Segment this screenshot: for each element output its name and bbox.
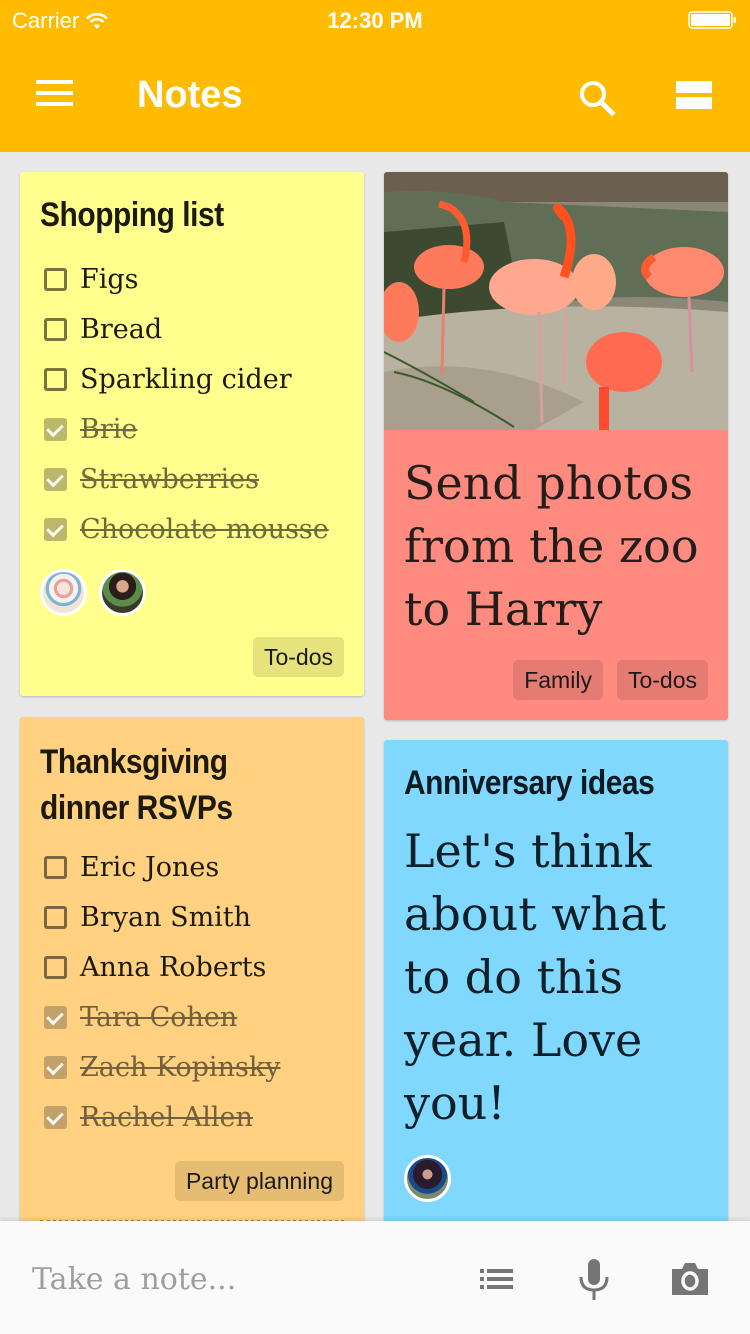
checklist: Eric Jones Bryan Smith Anna Roberts Tara… bbox=[44, 842, 280, 1142]
collaborators bbox=[40, 569, 154, 621]
checklist-item-done: Tara Cohen bbox=[44, 992, 280, 1042]
checklist-item-done: Zach Kopinsky bbox=[44, 1042, 280, 1092]
note-title: Shopping list bbox=[40, 196, 224, 234]
checklist-item: Bread bbox=[44, 304, 329, 354]
new-list-button[interactable] bbox=[476, 1257, 520, 1301]
menu-icon bbox=[36, 80, 76, 106]
take-note-bar bbox=[0, 1221, 750, 1334]
checklist-item-text: Chocolate mousse bbox=[80, 513, 329, 545]
checklist-item: Eric Jones bbox=[44, 842, 280, 892]
collaborators bbox=[404, 1155, 459, 1207]
checklist-item-text: Eric Jones bbox=[80, 851, 220, 883]
camera-icon bbox=[672, 1263, 708, 1295]
checkbox-unchecked[interactable] bbox=[44, 317, 67, 341]
checklist-item-text: Strawberries bbox=[80, 463, 260, 495]
checkbox-checked[interactable] bbox=[44, 1055, 67, 1079]
photo-note-button[interactable] bbox=[668, 1257, 712, 1301]
checklist-item-text: Rachel Allen bbox=[80, 1101, 253, 1133]
labels: To-dos bbox=[252, 637, 344, 677]
view-toggle-icon bbox=[676, 81, 712, 109]
note-card-zoo-photos[interactable]: Send photos from the zoo to Harry Family… bbox=[384, 172, 728, 720]
checklist-item-text: Sparkling cider bbox=[80, 363, 292, 395]
note-title: Thanksgiving dinner RSVPs bbox=[40, 743, 233, 827]
checkbox-unchecked[interactable] bbox=[44, 955, 67, 979]
view-toggle-button[interactable] bbox=[676, 81, 712, 111]
voice-note-button[interactable] bbox=[572, 1257, 616, 1301]
avatar-woman-sunglasses[interactable] bbox=[99, 569, 147, 616]
checklist-item-text: Anna Roberts bbox=[80, 951, 267, 983]
note-card-shopping-list[interactable]: Shopping list Figs Bread Sparkling cider… bbox=[20, 172, 364, 696]
label-chip[interactable]: Party planning bbox=[174, 1161, 344, 1201]
checklist-item: Bryan Smith bbox=[44, 892, 280, 942]
search-icon bbox=[580, 81, 616, 117]
list-icon bbox=[480, 1269, 513, 1289]
note-card-thanksgiving-rsvps[interactable]: Thanksgiving dinner RSVPs Eric Jones Bry… bbox=[20, 717, 364, 1277]
checklist-item-text: Bryan Smith bbox=[80, 901, 252, 933]
note-body: Send photos from the zoo to Harry bbox=[404, 456, 699, 636]
note-card-anniversary-ideas[interactable]: Anniversary ideas Let's think about what… bbox=[384, 740, 728, 1280]
checklist-item: Figs bbox=[44, 254, 329, 304]
checkbox-checked[interactable] bbox=[44, 417, 67, 441]
labels: Party planning bbox=[174, 1161, 344, 1201]
checklist-item-done: Strawberries bbox=[44, 454, 329, 504]
checklist-item-text: Brie bbox=[80, 413, 138, 445]
status-bar: Carrier 12:30 PM bbox=[0, 0, 750, 40]
labels: Family To-dos bbox=[513, 660, 708, 700]
checklist-item: Sparkling cider bbox=[44, 354, 329, 404]
checklist-item-text: Tara Cohen bbox=[80, 1001, 238, 1033]
menu-button[interactable] bbox=[36, 80, 76, 110]
avatar-kids-beach[interactable] bbox=[40, 569, 87, 616]
checkbox-checked[interactable] bbox=[44, 1005, 67, 1029]
search-button[interactable] bbox=[575, 76, 619, 120]
flamingos-photo[interactable] bbox=[384, 172, 728, 430]
page-title: Notes bbox=[137, 74, 243, 116]
checkbox-checked[interactable] bbox=[44, 517, 67, 541]
checklist: Figs Bread Sparkling cider Brie Strawber… bbox=[44, 254, 329, 554]
app-bar: Notes bbox=[0, 40, 750, 152]
checklist-item-done: Brie bbox=[44, 404, 329, 454]
checklist-item-done: Rachel Allen bbox=[44, 1092, 280, 1142]
checklist-item-text: Zach Kopinsky bbox=[80, 1051, 281, 1083]
checkbox-checked[interactable] bbox=[44, 1105, 67, 1129]
checklist-item: Anna Roberts bbox=[44, 942, 280, 992]
checklist-item-text: Bread bbox=[80, 313, 163, 345]
avatar-woman-park[interactable] bbox=[404, 1155, 451, 1202]
checklist-item-text: Figs bbox=[80, 263, 139, 295]
label-chip[interactable]: Family bbox=[513, 660, 603, 700]
note-body: Let's think about what to do this year. … bbox=[404, 824, 667, 1130]
label-chip[interactable]: To-dos bbox=[616, 660, 708, 700]
battery-icon bbox=[688, 11, 736, 29]
clock: 12:30 PM bbox=[327, 8, 423, 33]
microphone-icon bbox=[579, 1259, 609, 1300]
checklist-item-done: Chocolate mousse bbox=[44, 504, 329, 554]
checkbox-unchecked[interactable] bbox=[44, 267, 67, 291]
checkbox-unchecked[interactable] bbox=[44, 367, 67, 391]
checkbox-unchecked[interactable] bbox=[44, 855, 67, 879]
note-title: Anniversary ideas bbox=[404, 764, 655, 802]
checkbox-checked[interactable] bbox=[44, 467, 67, 491]
checkbox-unchecked[interactable] bbox=[44, 905, 67, 929]
take-note-input[interactable] bbox=[32, 1259, 432, 1299]
label-chip[interactable]: To-dos bbox=[252, 637, 344, 677]
